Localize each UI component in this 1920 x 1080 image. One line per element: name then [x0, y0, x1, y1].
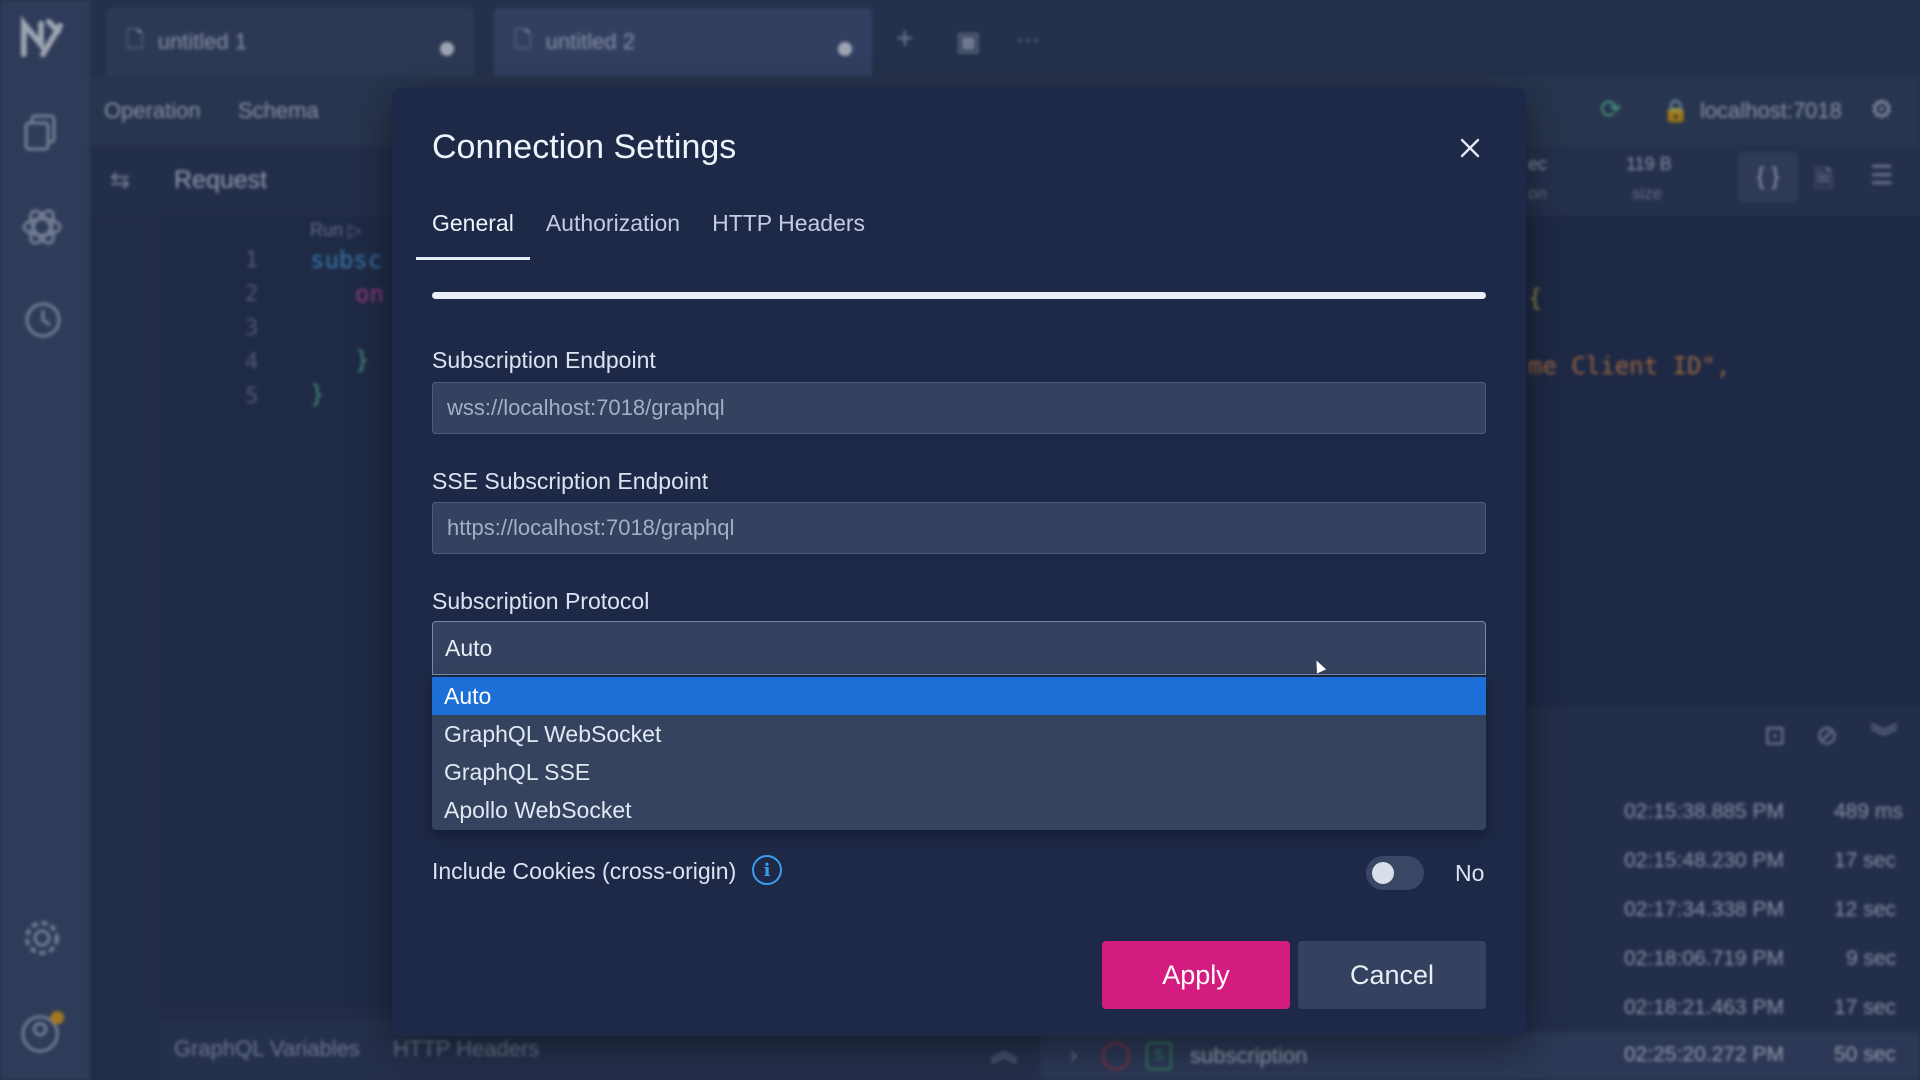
subscription-endpoint-input[interactable]	[432, 382, 1486, 434]
tab-authorization[interactable]: Authorization	[530, 208, 696, 260]
cancel-button[interactable]: Cancel	[1298, 941, 1486, 1009]
include-cookies-toggle[interactable]	[1366, 856, 1424, 890]
selected-value: Auto	[445, 634, 493, 661]
protocol-options-list: Auto GraphQL WebSocket GraphQL SSE Apoll…	[432, 677, 1486, 830]
connection-settings-dialog: Connection Settings General Authorizatio…	[392, 88, 1526, 1036]
tab-http-headers[interactable]: HTTP Headers	[696, 208, 881, 260]
apply-button[interactable]: Apply	[1102, 941, 1290, 1009]
dialog-tabs: General Authorization HTTP Headers	[416, 208, 881, 260]
subscription-protocol-select[interactable]: Auto	[432, 621, 1486, 675]
option-auto[interactable]: Auto	[432, 677, 1486, 715]
option-apollo-websocket[interactable]: Apollo WebSocket	[432, 791, 1486, 829]
subscription-protocol-label: Subscription Protocol	[432, 588, 650, 614]
option-graphql-websocket[interactable]: GraphQL WebSocket	[432, 715, 1486, 753]
close-button[interactable]	[1452, 130, 1488, 166]
info-icon[interactable]: i	[752, 855, 782, 885]
toggle-knob	[1372, 862, 1394, 884]
option-graphql-sse[interactable]: GraphQL SSE	[432, 753, 1486, 791]
dialog-title: Connection Settings	[432, 128, 737, 166]
toggle-state-text: No	[1455, 860, 1485, 886]
sse-endpoint-label: SSE Subscription Endpoint	[432, 468, 709, 494]
subscription-endpoint-label: Subscription Endpoint	[432, 347, 656, 373]
sse-endpoint-input[interactable]	[432, 502, 1486, 554]
tab-general[interactable]: General	[416, 208, 530, 260]
include-cookies-label: Include Cookies (cross-origin)	[432, 858, 737, 884]
close-icon	[1460, 138, 1480, 158]
scroll-indicator	[432, 292, 1486, 299]
